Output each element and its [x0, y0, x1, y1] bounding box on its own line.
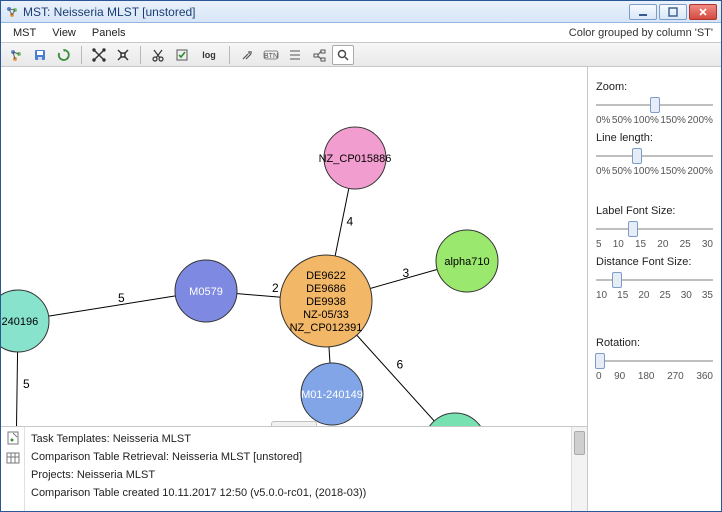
tool-cut-icon[interactable] [147, 45, 169, 65]
toolbar: log BTN [1, 43, 721, 67]
menu-view[interactable]: View [44, 25, 84, 41]
zoom-ticks: 0%50%100%150%200% [596, 115, 713, 126]
titlebar: MST: Neisseria MLST [unstored] [1, 1, 721, 23]
rotation-slider[interactable] [596, 353, 713, 369]
zoom-slider[interactable] [596, 97, 713, 113]
svg-text:M0579: M0579 [189, 286, 223, 298]
svg-text:-240196: -240196 [1, 316, 38, 328]
tool-list-icon[interactable] [284, 45, 306, 65]
svg-text:NZ-05/33: NZ-05/33 [303, 309, 349, 321]
line-length-label: Line length: [596, 132, 713, 144]
graph-canvas[interactable]: 4325165NZ_CP015886alpha710DE9622DE9686DE… [1, 67, 587, 426]
tool-collapse-icon[interactable] [112, 45, 134, 65]
distance-font-slider[interactable] [596, 272, 713, 288]
scrollbar-thumb[interactable] [574, 431, 585, 455]
svg-text:NZ_CP015886: NZ_CP015886 [319, 153, 392, 165]
tool-refresh-icon[interactable] [53, 45, 75, 65]
tool-search-icon[interactable] [332, 45, 354, 65]
toolbar-separator [229, 46, 230, 64]
menu-panels[interactable]: Panels [84, 25, 134, 41]
tool-checkbox-icon[interactable] [171, 45, 193, 65]
zoom-label: Zoom: [596, 81, 713, 93]
tool-expand-icon[interactable] [88, 45, 110, 65]
svg-text:BTN: BTN [264, 53, 278, 60]
canvas-area: 4325165NZ_CP015886alpha710DE9622DE9686DE… [1, 67, 588, 511]
line-length-slider[interactable] [596, 148, 713, 164]
svg-text:DE9622: DE9622 [306, 270, 346, 282]
toolbar-separator [140, 46, 141, 64]
side-panel: Zoom: 0%50%100%150%200% Line length: 0%5… [588, 67, 721, 511]
labelfont-ticks: 51015202530 [596, 239, 713, 250]
rotation-ticks: 090180270360 [596, 371, 713, 382]
tool-tree-icon[interactable] [308, 45, 330, 65]
table-icon [6, 451, 20, 465]
log-line[interactable]: Comparison Table Retrieval: Neisseria ML… [31, 448, 565, 466]
log-line[interactable]: Projects: Neisseria MLST [31, 466, 565, 484]
distance-font-label: Distance Font Size: [596, 256, 713, 268]
tool-settings-icon[interactable] [236, 45, 258, 65]
svg-text:2: 2 [272, 281, 279, 295]
rotation-label: Rotation: [596, 337, 713, 349]
graph-svg: 4325165NZ_CP015886alpha710DE9622DE9686DE… [1, 67, 587, 426]
log-panel: Task Templates: Neisseria MLST Compariso… [1, 426, 587, 511]
menubar: MST View Panels Color grouped by column … [1, 23, 721, 43]
app-window: MST: Neisseria MLST [unstored] MST View … [0, 0, 722, 512]
task-icon [6, 431, 20, 445]
distfont-ticks: 101520253035 [596, 290, 713, 301]
tool-btn-text-icon[interactable]: BTN [260, 45, 282, 65]
window-title: MST: Neisseria MLST [unstored] [23, 5, 629, 19]
log-gutter [1, 427, 25, 511]
tool-save-icon[interactable] [29, 45, 51, 65]
svg-text:5: 5 [23, 377, 30, 391]
label-font-slider[interactable] [596, 221, 713, 237]
svg-text:6: 6 [397, 358, 404, 372]
color-legend-label: Color grouped by column 'ST' [569, 27, 717, 39]
window-controls [629, 4, 717, 20]
label-font-label: Label Font Size: [596, 205, 713, 217]
log-line[interactable]: Comparison Table created 10.11.2017 12:5… [31, 484, 565, 502]
svg-text:DE9686: DE9686 [306, 283, 346, 295]
app-icon [5, 5, 19, 19]
tool-log-icon[interactable]: log [195, 45, 223, 65]
svg-text:M01-240149: M01-240149 [301, 389, 363, 401]
toolbar-separator [81, 46, 82, 64]
splitter-grip-icon[interactable] [271, 421, 317, 426]
line-ticks: 0%50%100%150%200% [596, 166, 713, 177]
svg-text:DE9938: DE9938 [306, 296, 346, 308]
svg-text:5: 5 [118, 291, 125, 305]
log-lines: Task Templates: Neisseria MLST Compariso… [25, 427, 571, 511]
svg-text:3: 3 [403, 266, 410, 280]
menu-mst[interactable]: MST [5, 25, 44, 41]
svg-text:alpha710: alpha710 [444, 256, 489, 268]
scrollbar[interactable] [571, 427, 587, 511]
tool-graph-icon[interactable] [5, 45, 27, 65]
log-line[interactable]: Task Templates: Neisseria MLST [31, 430, 565, 448]
close-button[interactable] [689, 4, 717, 20]
minimize-button[interactable] [629, 4, 657, 20]
svg-text:NZ_CP012391: NZ_CP012391 [290, 322, 363, 334]
maximize-button[interactable] [659, 4, 687, 20]
svg-text:4: 4 [347, 215, 354, 229]
content-area: 4325165NZ_CP015886alpha710DE9622DE9686DE… [1, 67, 721, 511]
